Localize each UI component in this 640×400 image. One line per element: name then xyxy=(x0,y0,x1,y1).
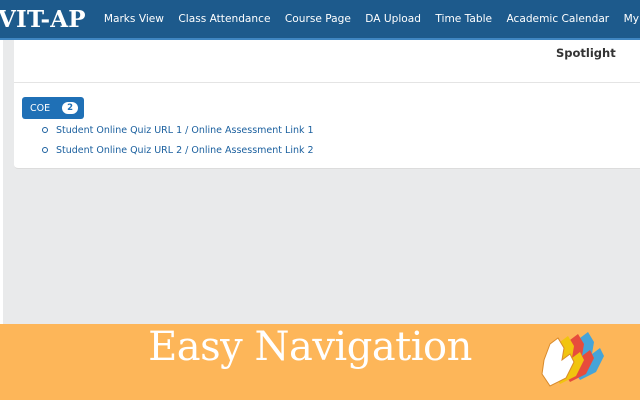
circle-bullet-icon xyxy=(42,127,48,133)
brand-logo[interactable]: VIT-AP xyxy=(0,6,86,33)
nav-links: Marks View Class Attendance Course Page … xyxy=(104,13,640,25)
quiz-link-2-text[interactable]: Student Online Quiz URL 2 / Online Asses… xyxy=(56,145,314,156)
quiz-link-2[interactable]: Student Online Quiz URL 2 / Online Asses… xyxy=(42,140,314,160)
card-divider xyxy=(14,82,640,83)
coe-button[interactable]: COE 2 xyxy=(22,97,84,119)
nav-course-page[interactable]: Course Page xyxy=(285,13,351,25)
promo-banner: Easy Navigation xyxy=(0,324,640,400)
quiz-link-1[interactable]: Student Online Quiz URL 1 / Online Asses… xyxy=(42,120,314,140)
quiz-link-1-text[interactable]: Student Online Quiz URL 1 / Online Asses… xyxy=(56,125,314,136)
hand-pointer-icon xyxy=(541,332,604,387)
nav-academic-calendar[interactable]: Academic Calendar xyxy=(506,13,609,25)
coe-count-badge: 2 xyxy=(62,102,79,114)
banner-title: Easy Navigation xyxy=(148,324,472,370)
circle-bullet-icon xyxy=(42,147,48,153)
nav-marks-view[interactable]: Marks View xyxy=(104,13,164,25)
spotlight-heading: Spotlight xyxy=(556,46,616,60)
left-edge-panel xyxy=(0,40,3,324)
nav-da-upload[interactable]: DA Upload xyxy=(365,13,421,25)
coe-link-list: Student Online Quiz URL 1 / Online Asses… xyxy=(42,120,314,160)
nav-class-attendance[interactable]: Class Attendance xyxy=(178,13,270,25)
nav-my-curriculum[interactable]: My Curriculum xyxy=(624,13,640,25)
spotlight-card: Spotlight COE 2 Student Online Quiz URL … xyxy=(14,40,640,169)
coe-label: COE xyxy=(30,102,51,114)
top-navbar: VIT-AP Marks View Class Attendance Cours… xyxy=(0,0,640,40)
nav-time-table[interactable]: Time Table xyxy=(435,13,492,25)
